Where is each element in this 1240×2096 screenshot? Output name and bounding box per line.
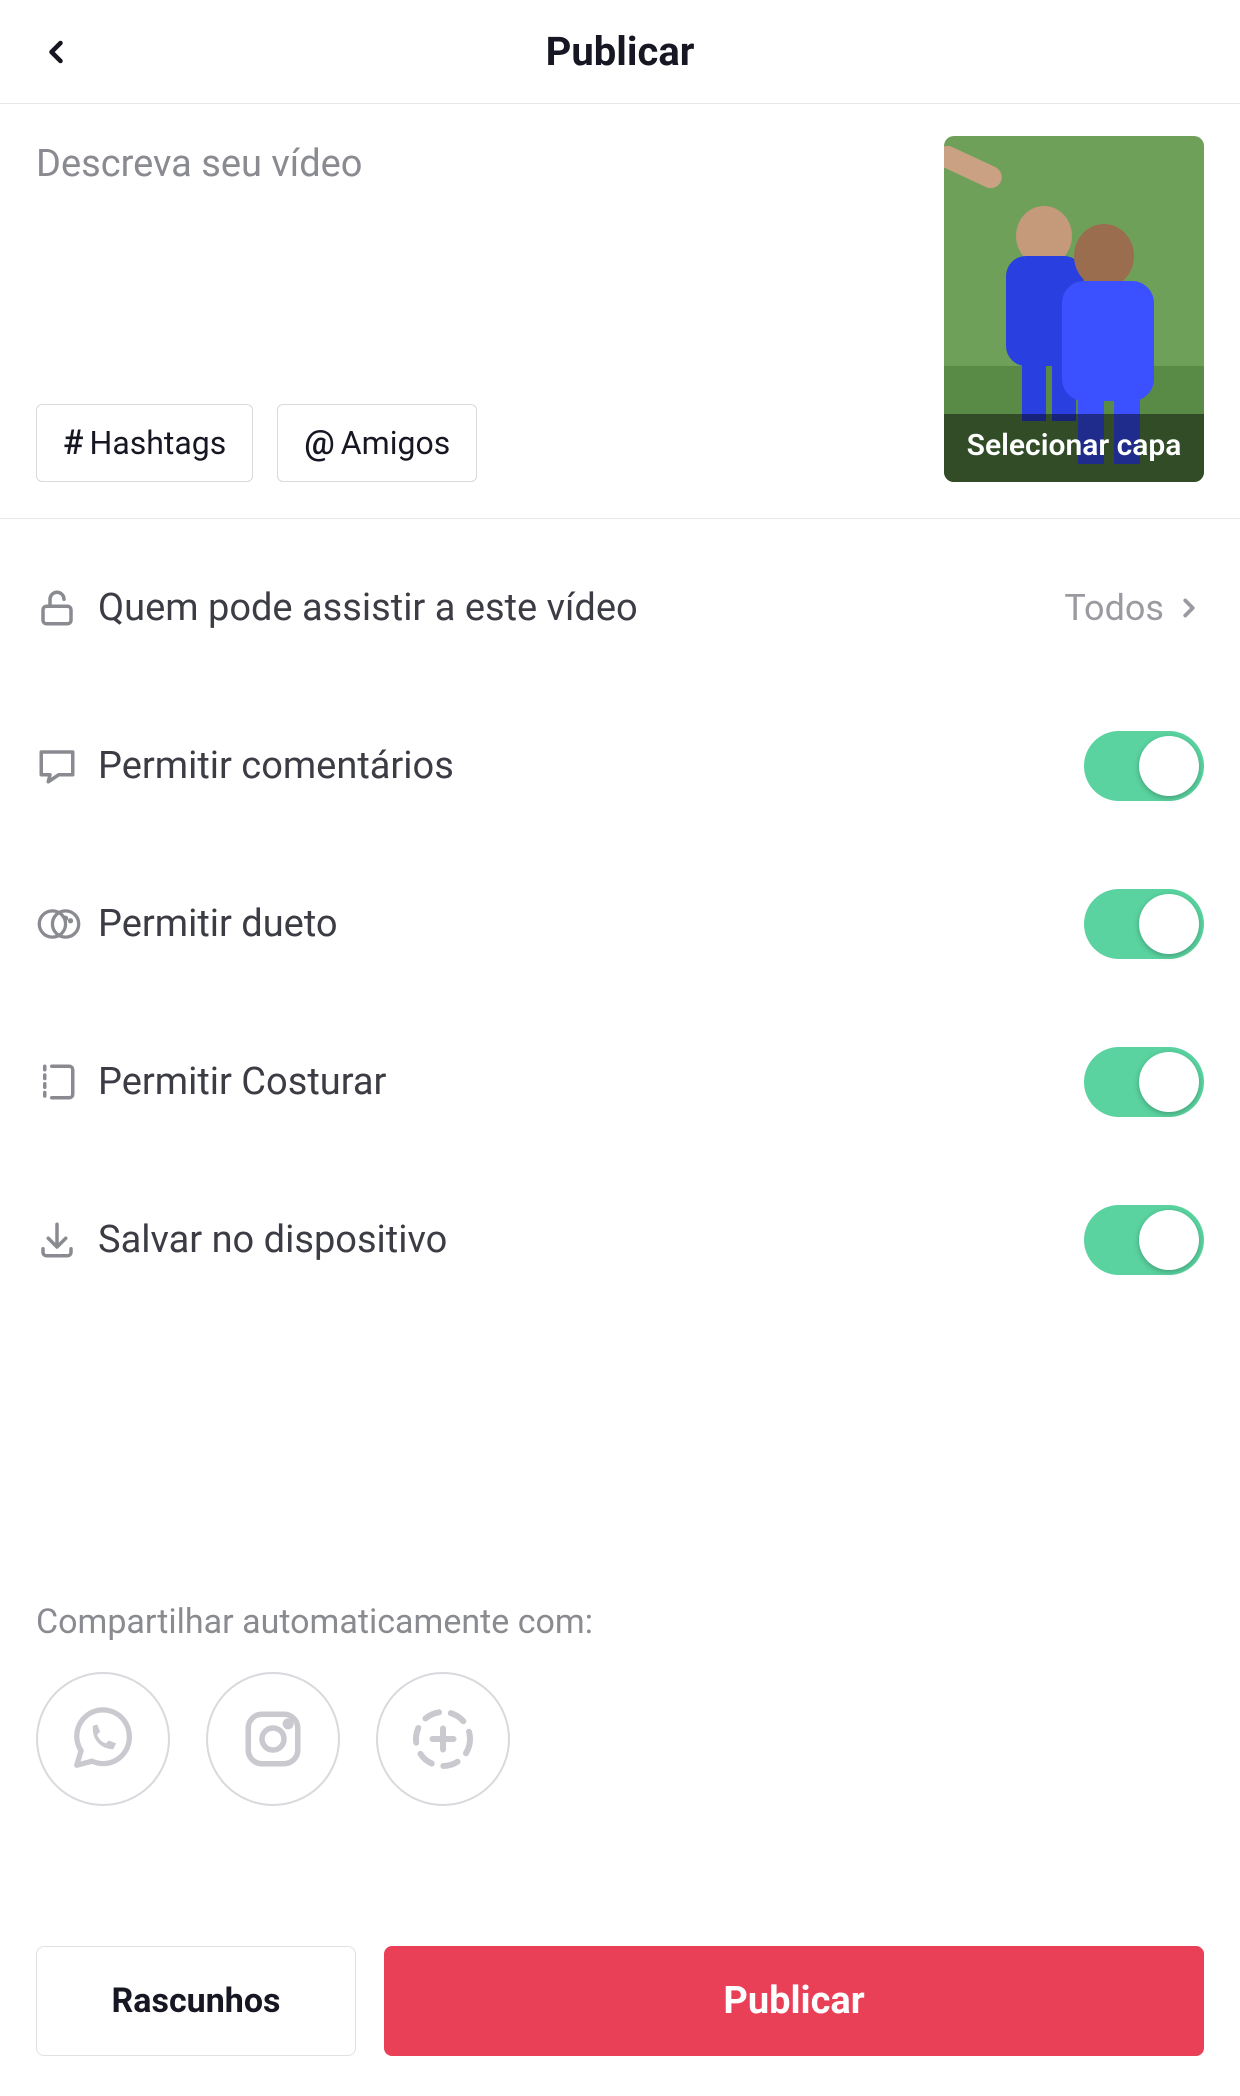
stitch-icon bbox=[36, 1061, 78, 1103]
stitch-row: Permitir Costurar bbox=[36, 1003, 1204, 1161]
stitch-toggle[interactable] bbox=[1084, 1047, 1204, 1117]
hash-icon: # bbox=[63, 423, 84, 463]
share-section: Compartilhar automaticamente com: bbox=[0, 1602, 1240, 1806]
instagram-icon bbox=[240, 1706, 306, 1772]
whatsapp-icon bbox=[68, 1704, 138, 1774]
comments-row: Permitir comentários bbox=[36, 687, 1204, 845]
select-cover-label: Selecionar capa bbox=[944, 414, 1204, 482]
share-label: Compartilhar automaticamente com: bbox=[36, 1602, 1204, 1642]
friends-button[interactable]: @ Amigos bbox=[277, 404, 477, 482]
privacy-row[interactable]: Quem pode assistir a este vídeo Todos bbox=[36, 529, 1204, 687]
chevron-right-icon bbox=[1174, 593, 1204, 623]
duet-icon bbox=[36, 903, 82, 945]
page-title: Publicar bbox=[546, 28, 695, 75]
drafts-label: Rascunhos bbox=[112, 1981, 281, 2021]
comment-icon bbox=[36, 745, 78, 787]
chip-row: # Hashtags @ Amigos bbox=[36, 404, 924, 482]
friends-label: Amigos bbox=[341, 424, 450, 462]
publish-label: Publicar bbox=[723, 1979, 864, 2023]
publish-button[interactable]: Publicar bbox=[384, 1946, 1204, 2056]
header: Publicar bbox=[0, 0, 1240, 104]
description-input[interactable]: Descreva seu vídeo bbox=[36, 142, 924, 312]
stitch-label: Permitir Costurar bbox=[98, 1060, 1084, 1104]
privacy-value: Todos bbox=[1064, 587, 1164, 629]
duet-toggle[interactable] bbox=[1084, 889, 1204, 959]
back-button[interactable] bbox=[32, 28, 80, 76]
save-row: Salvar no dispositivo bbox=[36, 1161, 1204, 1319]
hashtags-label: Hashtags bbox=[90, 424, 227, 462]
share-more-button[interactable] bbox=[376, 1672, 510, 1806]
duet-label: Permitir dueto bbox=[98, 902, 1084, 946]
duet-row: Permitir dueto bbox=[36, 845, 1204, 1003]
hashtags-button[interactable]: # Hashtags bbox=[36, 404, 253, 482]
privacy-label: Quem pode assistir a este vídeo bbox=[98, 586, 1064, 630]
settings-list: Quem pode assistir a este vídeo Todos Pe… bbox=[0, 519, 1240, 1319]
download-icon bbox=[36, 1219, 78, 1261]
compose-section: Descreva seu vídeo # Hashtags @ Amigos bbox=[0, 104, 1240, 519]
save-label: Salvar no dispositivo bbox=[98, 1218, 1084, 1262]
share-whatsapp-button[interactable] bbox=[36, 1672, 170, 1806]
lock-open-icon bbox=[36, 585, 78, 631]
add-status-icon bbox=[407, 1703, 479, 1775]
drafts-button[interactable]: Rascunhos bbox=[36, 1946, 356, 2056]
compose-left: Descreva seu vídeo # Hashtags @ Amigos bbox=[36, 136, 924, 482]
share-instagram-button[interactable] bbox=[206, 1672, 340, 1806]
video-thumbnail[interactable]: Selecionar capa bbox=[944, 136, 1204, 482]
comments-toggle[interactable] bbox=[1084, 731, 1204, 801]
at-icon: @ bbox=[304, 423, 335, 463]
chevron-left-icon bbox=[38, 28, 74, 76]
footer: Rascunhos Publicar bbox=[0, 1918, 1240, 2096]
save-toggle[interactable] bbox=[1084, 1205, 1204, 1275]
comments-label: Permitir comentários bbox=[98, 744, 1084, 788]
share-icons bbox=[36, 1672, 1204, 1806]
